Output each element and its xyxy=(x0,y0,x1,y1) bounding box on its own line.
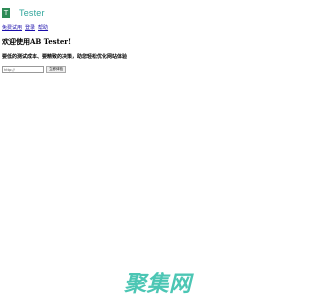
page-title: 欢迎使用AB Tester! xyxy=(2,37,72,46)
nav-link-login[interactable]: 登录 xyxy=(25,24,35,31)
nav-link-free-trial[interactable]: 免费试用 xyxy=(2,24,22,31)
url-form: 立即体验 xyxy=(2,66,66,73)
site-header: T Tester xyxy=(2,6,45,20)
submit-button[interactable]: 立即体验 xyxy=(46,66,66,73)
page: T Tester 免费试用 登录 帮助 欢迎使用AB Tester! 要低的测试… xyxy=(0,0,300,300)
logo-icon[interactable]: T xyxy=(2,8,10,18)
url-input[interactable] xyxy=(2,66,44,73)
brand-name[interactable]: Tester xyxy=(19,8,45,18)
top-nav: 免费试用 登录 帮助 xyxy=(2,24,48,31)
page-subtitle: 要低的测试成本、要精致的决策，助您轻松优化网站体验 xyxy=(2,54,128,60)
watermark-logo: 聚集网 xyxy=(124,272,192,297)
nav-link-help[interactable]: 帮助 xyxy=(38,24,48,31)
